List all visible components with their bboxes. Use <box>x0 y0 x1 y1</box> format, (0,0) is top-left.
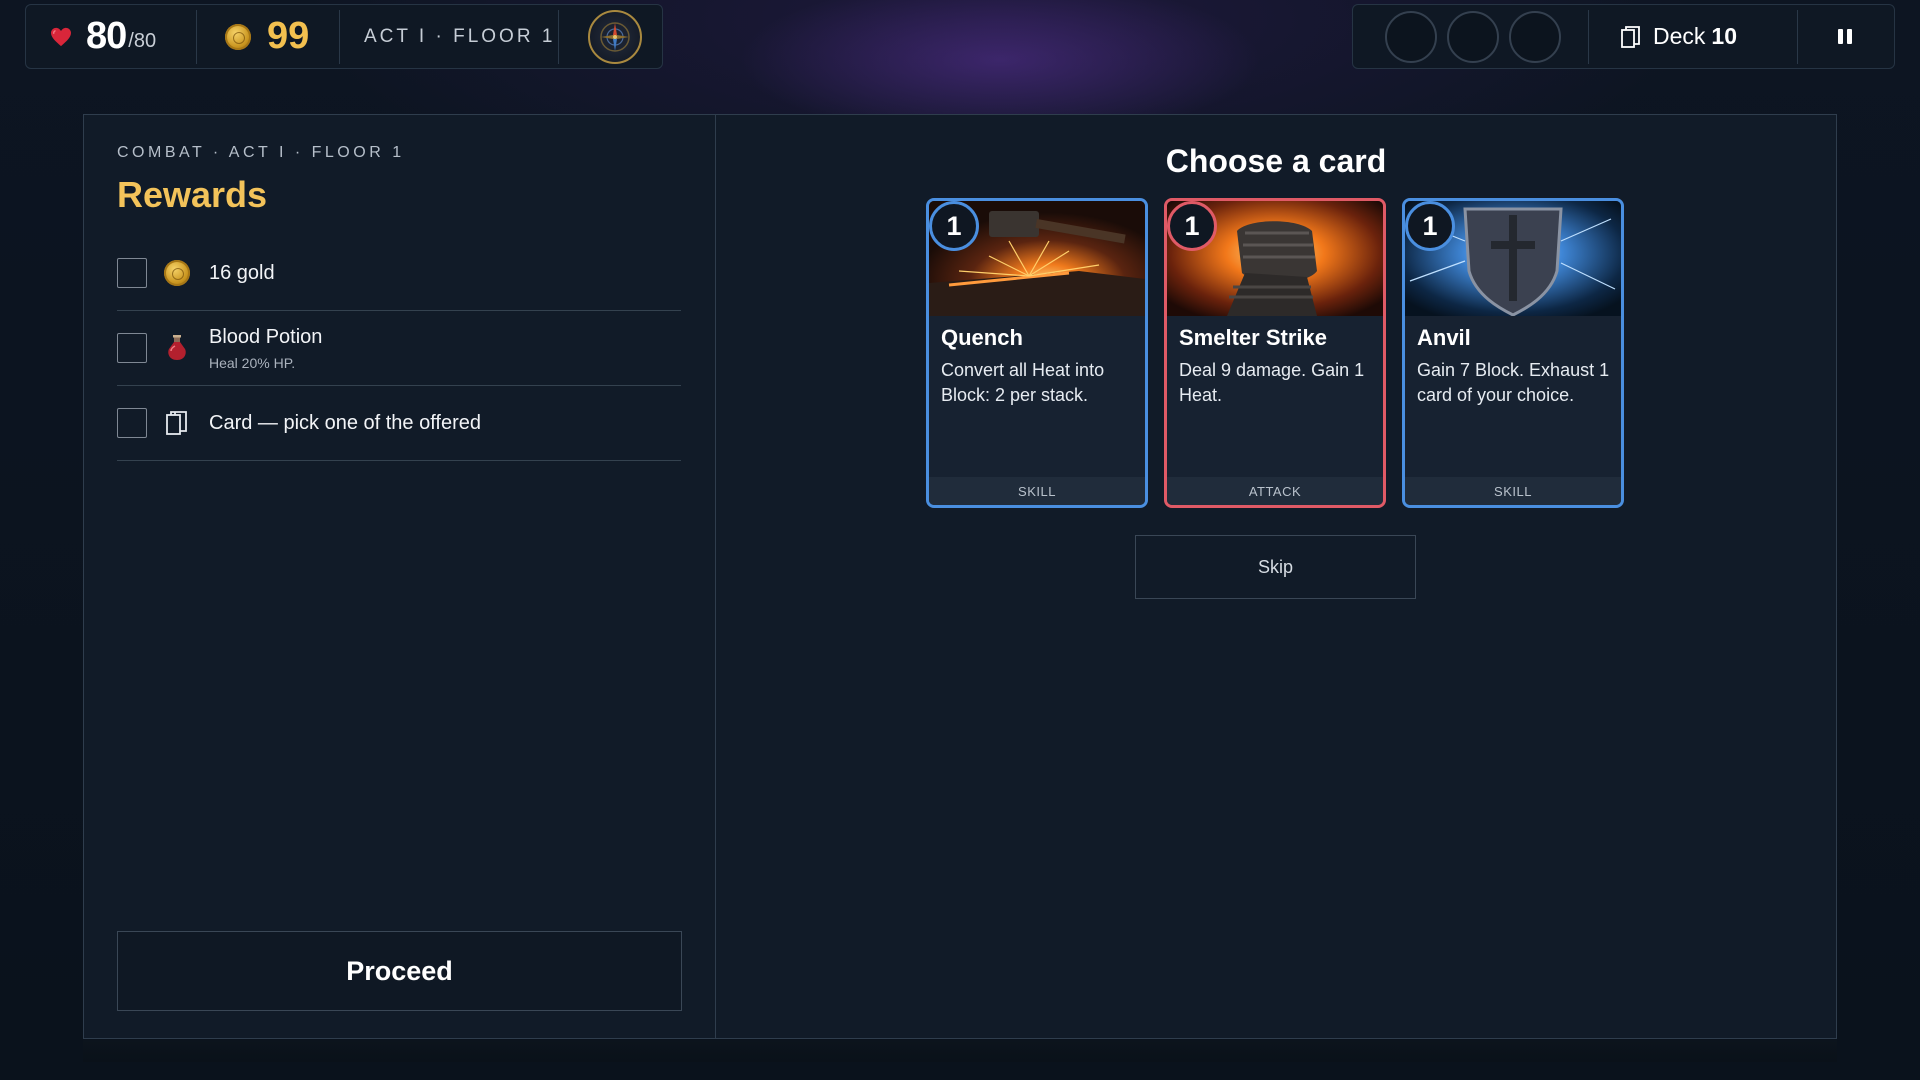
heart-icon <box>51 27 71 46</box>
rewards-column: COMBAT · ACT I · FLOOR 1 Rewards 16 gold <box>84 115 716 1038</box>
deck-icon <box>1621 25 1640 48</box>
card-description: Gain 7 Block. Exhaust 1 card of your cho… <box>1417 360 1610 405</box>
proceed-button[interactable]: Proceed <box>117 931 682 1011</box>
location-display: ACT I · FLOOR 1 <box>340 5 558 68</box>
hp-current: 80 <box>86 15 127 57</box>
card-name: Smelter Strike <box>1179 325 1327 350</box>
deck-button[interactable]: Deck 10 <box>1589 23 1797 50</box>
card-name: Quench <box>941 325 1023 350</box>
potion-slot-empty[interactable] <box>1447 10 1499 63</box>
potion-slots <box>1353 10 1588 63</box>
deck-count: 10 <box>1711 23 1737 49</box>
deck-label: Deck <box>1653 23 1706 49</box>
card-type: SKILL <box>1405 477 1621 505</box>
card-option-quench[interactable]: 1 Quench Convert all Heat into Block: 2 … <box>926 198 1148 508</box>
card-description: Convert all Heat into Block: 2 per stack… <box>941 360 1105 405</box>
card-type: SKILL <box>929 477 1145 505</box>
potion-slot-empty[interactable] <box>1509 10 1561 63</box>
skip-button[interactable]: Skip <box>1135 535 1416 599</box>
card-type: ATTACK <box>1167 477 1383 505</box>
reward-item-card[interactable]: Card — pick one of the offered <box>117 386 681 461</box>
reward-checkbox[interactable] <box>117 333 147 363</box>
reward-list: 16 gold Blood Potion Heal 20% HP. Card —… <box>117 236 681 461</box>
cards-icon <box>163 409 191 437</box>
map-button[interactable] <box>559 5 642 68</box>
gold-display: 99 <box>197 5 339 68</box>
card-cost: 1 <box>1167 201 1217 251</box>
card-description: Deal 9 damage. Gain 1 Heat. <box>1179 360 1365 405</box>
reward-description: Heal 20% HP. <box>209 354 296 371</box>
reward-item-potion[interactable]: Blood Potion Heal 20% HP. <box>117 311 681 386</box>
potion-slot-empty[interactable] <box>1385 10 1437 63</box>
coin-icon <box>163 259 191 287</box>
panel-shadow <box>83 1040 1837 1062</box>
reward-name: Card — pick one of the offered <box>209 411 482 434</box>
card-option-smelter-strike[interactable]: 1 Smelter Strike Deal 9 damage. Gain 1 H… <box>1164 198 1386 508</box>
hud-status-bar: 80 /80 99 ACT I · FLOOR 1 <box>25 4 663 69</box>
hp-max: /80 <box>128 30 157 52</box>
reward-checkbox[interactable] <box>117 408 147 438</box>
reward-checkbox[interactable] <box>117 258 147 288</box>
reward-item-gold[interactable]: 16 gold <box>117 236 681 311</box>
card-cost: 1 <box>1405 201 1455 251</box>
reward-name: Blood Potion <box>209 325 323 348</box>
compass-map-icon[interactable] <box>588 9 642 64</box>
coin-icon <box>225 23 251 50</box>
rewards-title: Rewards <box>117 174 268 215</box>
pause-button[interactable] <box>1798 29 1852 44</box>
card-option-anvil[interactable]: 1 Anvil Gain 7 Block. Exhaust 1 card of … <box>1402 198 1624 508</box>
location-label: ACT I · FLOOR 1 <box>364 25 556 47</box>
gold-amount: 99 <box>267 15 310 57</box>
pause-icon[interactable] <box>1838 29 1852 44</box>
card-name: Anvil <box>1417 325 1471 350</box>
card-cost: 1 <box>929 201 979 251</box>
choose-card-title: Choose a card <box>1165 143 1387 179</box>
hp-display: 80 /80 <box>26 5 196 68</box>
reward-name: 16 gold <box>209 261 275 284</box>
potion-icon <box>163 334 191 362</box>
hud-right-bar: Deck 10 <box>1352 4 1895 69</box>
breadcrumb: COMBAT · ACT I · FLOOR 1 <box>117 144 405 161</box>
